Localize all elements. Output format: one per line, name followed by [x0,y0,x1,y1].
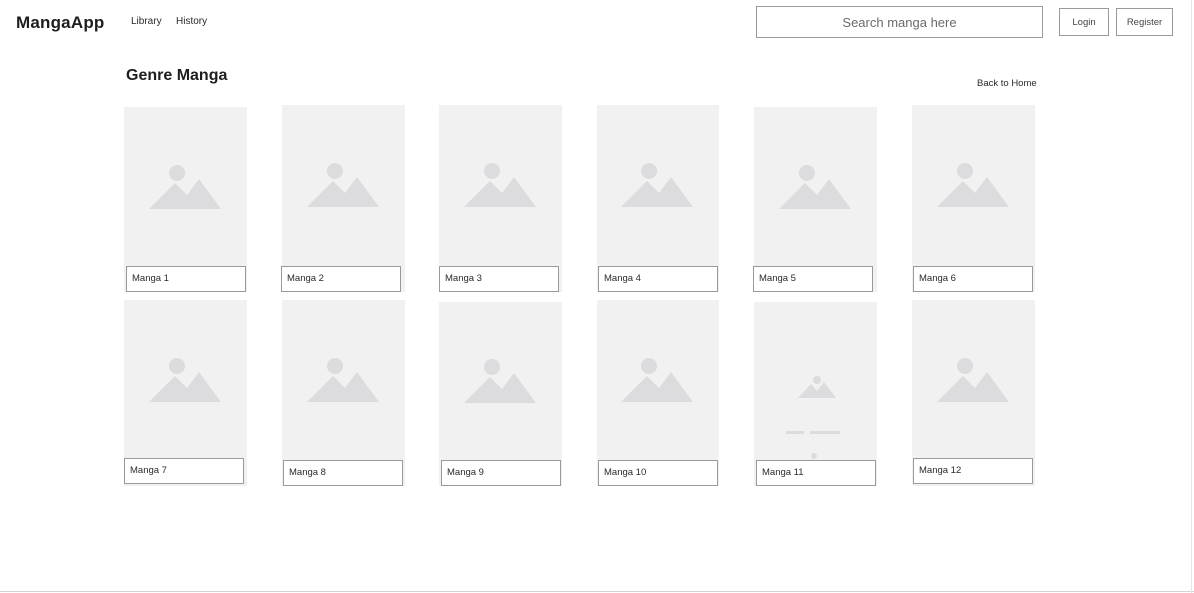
manga-title[interactable]: Manga 4 [598,266,718,292]
nav-history-link[interactable]: History [176,16,207,27]
image-placeholder-icon [936,163,1009,208]
manga-cover[interactable] [754,302,877,486]
manga-cover[interactable] [124,107,247,292]
image-placeholder-icon [306,357,379,402]
image-placeholder-icon [463,359,536,404]
manga-cover[interactable] [912,105,1035,292]
image-placeholder-icon [621,357,693,402]
manga-cover[interactable] [754,107,877,292]
register-button[interactable]: Register [1116,8,1173,36]
image-placeholder-icon [936,357,1009,402]
image-placeholder-icon [463,163,536,208]
image-placeholder-icon [148,357,221,402]
manga-cover[interactable] [439,302,562,486]
image-placeholder-icon [778,164,851,209]
manga-cover[interactable] [282,105,405,292]
content-placeholder-icon [785,376,840,470]
manga-title[interactable]: Manga 6 [913,266,1033,292]
manga-cover[interactable] [439,105,562,292]
image-placeholder-icon [148,164,221,209]
login-button[interactable]: Login [1059,8,1109,36]
search-box [756,6,1043,38]
manga-cover[interactable] [597,105,719,292]
image-placeholder-icon [621,163,693,208]
manga-title[interactable]: Manga 5 [753,266,873,292]
manga-title[interactable]: Manga 12 [913,458,1033,484]
manga-title[interactable]: Manga 1 [126,266,246,292]
nav-library-link[interactable]: Library [131,16,162,27]
back-to-home-link[interactable]: Back to Home [977,78,1037,89]
manga-title[interactable]: Manga 9 [441,460,561,486]
manga-title[interactable]: Manga 11 [756,460,876,486]
app-logo[interactable]: MangaApp [16,13,104,33]
manga-cover[interactable] [282,300,405,486]
manga-title[interactable]: Manga 7 [124,458,244,484]
right-divider [1191,0,1192,593]
manga-title[interactable]: Manga 2 [281,266,401,292]
page-title: Genre Manga [126,67,228,84]
manga-title[interactable]: Manga 3 [439,266,559,292]
bottom-divider [0,591,1194,592]
manga-cover[interactable] [597,300,719,486]
search-input[interactable] [757,7,1042,37]
manga-title[interactable]: Manga 10 [598,460,718,486]
manga-title[interactable]: Manga 8 [283,460,403,486]
image-placeholder-icon [306,163,379,208]
